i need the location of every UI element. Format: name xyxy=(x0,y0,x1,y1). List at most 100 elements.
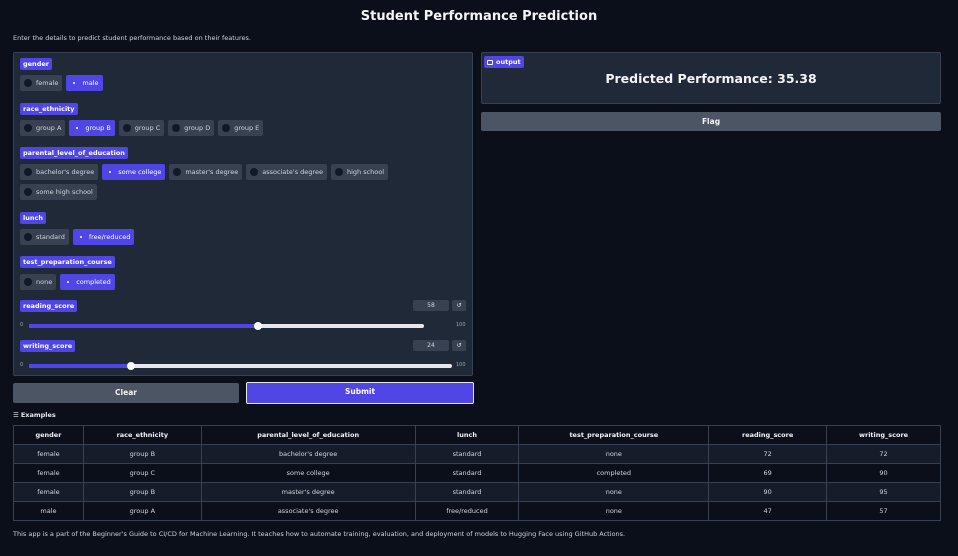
column-header[interactable]: race_ethnicity xyxy=(82,425,202,445)
radio-dot-icon xyxy=(24,124,32,132)
reading-score-min: 0 xyxy=(20,322,24,328)
race-ethnicity-option[interactable]: group A xyxy=(20,120,66,136)
radio-dot-icon xyxy=(106,168,115,176)
race-ethnicity-option[interactable]: group D xyxy=(168,120,215,136)
list-icon: ☰ xyxy=(13,411,19,419)
column-header[interactable]: test_preparation_course xyxy=(518,425,710,445)
writing-score-slider-thumb[interactable] xyxy=(126,362,135,370)
column-header[interactable]: lunch xyxy=(414,425,520,445)
race-ethnicity-option-label: group B xyxy=(85,124,111,132)
table-cell: 90 xyxy=(826,463,941,483)
test-prep-option[interactable]: none xyxy=(20,274,57,290)
test-prep-radio-group: none completed xyxy=(20,274,115,290)
writing-score-slider[interactable] xyxy=(29,362,452,370)
gender-label: gender xyxy=(20,58,52,70)
reading-score-reset-icon[interactable]: ↺ xyxy=(452,300,466,311)
input-panel: gender female male race_ethnicity group A… xyxy=(13,52,473,376)
column-header[interactable]: reading_score xyxy=(708,425,828,445)
table-cell: associate's degree xyxy=(200,501,416,521)
gender-option[interactable]: female xyxy=(20,75,63,91)
table-cell: none xyxy=(518,482,710,502)
race-ethnicity-option[interactable]: group E xyxy=(218,120,264,136)
race-ethnicity-option[interactable]: group B xyxy=(69,120,115,136)
parental-education-option[interactable]: associate's degree xyxy=(246,164,327,180)
reading-score-input[interactable]: 58 xyxy=(413,300,449,311)
parental-education-option[interactable]: bachelor's degree xyxy=(20,164,99,180)
test-prep-option[interactable]: completed xyxy=(60,274,115,290)
reading-score-slider-fill xyxy=(29,324,259,328)
table-cell: none xyxy=(518,501,710,521)
table-cell: group C xyxy=(82,463,202,483)
parental-education-option[interactable]: high school xyxy=(330,164,389,180)
radio-dot-icon xyxy=(24,278,32,286)
writing-score-label: writing_score xyxy=(20,340,76,352)
reading-score-slider[interactable] xyxy=(29,322,424,330)
examples-title: Examples xyxy=(20,411,56,419)
test-prep-label: test_preparation_course xyxy=(20,256,115,268)
table-row[interactable]: female group Bmaster's degree standard none… xyxy=(13,482,941,502)
table-cell: group A xyxy=(82,501,202,521)
table-row[interactable]: female group Bbachelor's degree standard no… xyxy=(13,444,941,464)
table-cell: 47 xyxy=(708,501,828,521)
lunch-option-label: standard xyxy=(36,233,65,241)
gender-option-label: female xyxy=(36,79,59,87)
parental-education-option-label: high school xyxy=(346,168,385,176)
writing-score-slider-fill xyxy=(29,364,131,368)
table-cell: 57 xyxy=(826,501,941,521)
parental-education-option[interactable]: some high school xyxy=(20,184,97,200)
table-cell: group B xyxy=(82,482,202,502)
column-header[interactable]: gender xyxy=(13,425,84,445)
writing-score-reset-icon[interactable]: ↺ xyxy=(452,340,466,351)
race-ethnicity-option-label: group E xyxy=(234,124,260,132)
table-row[interactable]: female group Csome college standard complet… xyxy=(13,463,941,483)
radio-dot-icon xyxy=(70,79,79,87)
table-cell: free/reduced xyxy=(414,501,520,521)
writing-score-input[interactable]: 24 xyxy=(413,340,449,351)
examples-table: gender race_ethnicity parental_level_of_ed… xyxy=(13,425,941,521)
parental-education-option-label: some college xyxy=(118,168,162,176)
column-header[interactable]: parental_level_of_education xyxy=(200,425,416,445)
radio-dot-icon xyxy=(250,168,259,176)
footer-text: This app is a part of the Beginner's Gui… xyxy=(13,530,626,538)
table-cell: female xyxy=(13,463,84,483)
lunch-option-label: free/reduced xyxy=(88,233,131,241)
writing-score-min: 0 xyxy=(20,362,24,368)
gender-option[interactable]: male xyxy=(66,75,103,91)
flag-button[interactable]: Flag xyxy=(481,112,941,131)
lunch-option[interactable]: free/reduced xyxy=(72,229,135,245)
parental-education-option[interactable]: master's degree xyxy=(169,164,243,180)
reading-score-label: reading_score xyxy=(20,300,78,312)
parental-education-option[interactable]: some college xyxy=(102,164,166,180)
clear-button[interactable]: Clear xyxy=(13,383,239,403)
page-title: Student Performance Prediction xyxy=(360,9,598,24)
race-ethnicity-radio-group: group A group B group C group D group E xyxy=(20,120,264,136)
table-row[interactable]: male group Aassociate's degree free/reduce… xyxy=(13,501,941,521)
output-icon xyxy=(487,59,493,65)
column-header[interactable]: writing_score xyxy=(826,425,941,445)
parental-education-radio-group-row2: some high school xyxy=(20,184,97,200)
table-cell: group B xyxy=(82,444,202,464)
reading-score-slider-thumb[interactable] xyxy=(254,322,263,330)
table-cell: completed xyxy=(518,463,710,483)
table-cell: standard xyxy=(414,463,520,483)
page-description: Enter the details to predict student per… xyxy=(13,34,251,42)
lunch-option[interactable]: standard xyxy=(20,229,69,245)
parental-education-option-label: some high school xyxy=(36,188,93,196)
radio-dot-icon xyxy=(76,233,85,241)
table-cell: 72 xyxy=(708,444,828,464)
radio-dot-icon xyxy=(172,124,181,132)
radio-dot-icon xyxy=(173,168,182,176)
table-cell: bachelor's degree xyxy=(200,444,416,464)
race-ethnicity-option[interactable]: group C xyxy=(118,120,165,136)
parental-education-option-label: associate's degree xyxy=(262,168,323,176)
submit-button[interactable]: Submit xyxy=(246,382,474,404)
table-cell: 90 xyxy=(708,482,828,502)
radio-dot-icon xyxy=(24,79,32,87)
race-ethnicity-option-label: group C xyxy=(134,124,161,132)
radio-dot-icon xyxy=(24,233,32,241)
lunch-radio-group: standard free/reduced xyxy=(20,229,135,245)
table-cell: master's degree xyxy=(200,482,416,502)
race-ethnicity-label: race_ethnicity xyxy=(20,103,78,115)
gender-radio-group: female male xyxy=(20,75,103,91)
parental-education-option-label: bachelor's degree xyxy=(36,168,95,176)
